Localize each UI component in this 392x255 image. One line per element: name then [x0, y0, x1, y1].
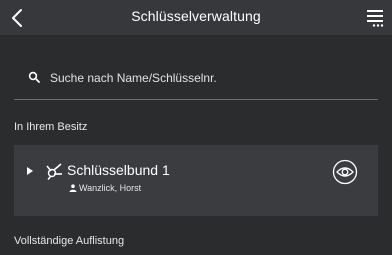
key-bundle-owner: Wanzlick, Horst [69, 183, 141, 193]
app-header: Schlüsselverwaltung [0, 0, 392, 35]
section-heading-owned: In Ihrem Besitz [14, 121, 88, 133]
key-bundle-card[interactable]: Schlüsselbund 1 Wanzlick, Horst [14, 145, 378, 216]
eye-icon [332, 159, 358, 185]
view-details-button[interactable] [332, 159, 358, 185]
owner-name: Wanzlick, Horst [79, 183, 142, 193]
key-ring-icon [46, 163, 62, 180]
menu-button[interactable] [366, 8, 384, 28]
page-title: Schlüsselverwaltung [131, 8, 261, 24]
menu-more-icon [367, 10, 384, 27]
expand-arrow-icon[interactable] [27, 167, 33, 175]
search-input[interactable]: Suche nach Name/Schlüsselnr. [50, 71, 217, 85]
person-icon [69, 184, 77, 192]
search-icon [28, 71, 40, 83]
section-heading-full-list: Vollständige Auflistung [14, 235, 125, 247]
key-bundle-name: Schlüsselbund 1 [67, 162, 170, 178]
search-bar[interactable]: Suche nach Name/Schlüsselnr. [14, 63, 378, 100]
